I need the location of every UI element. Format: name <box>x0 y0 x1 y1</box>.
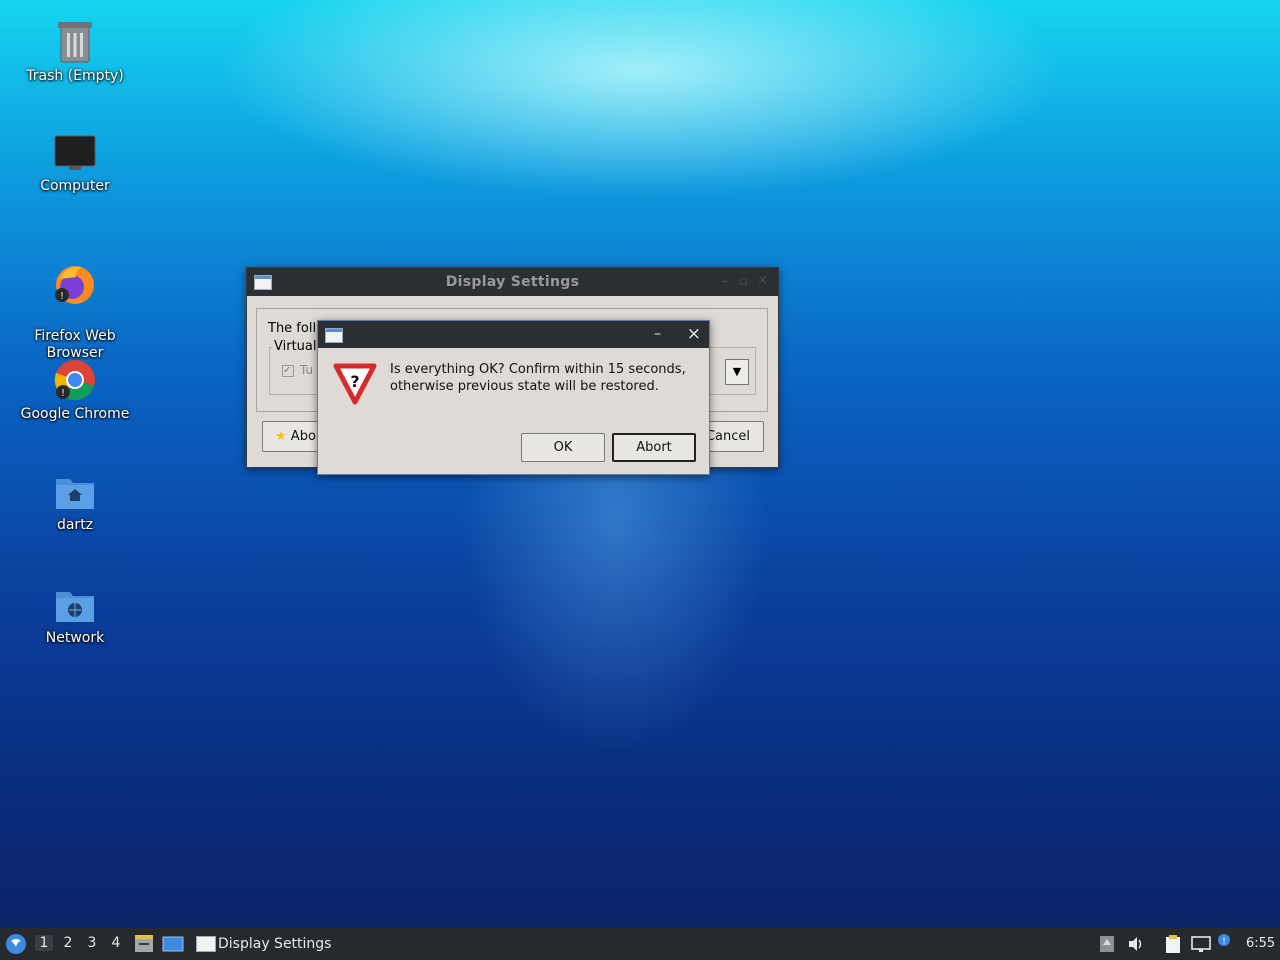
chrome-icon: ! <box>54 360 95 400</box>
workspace-4[interactable]: 4 <box>107 935 125 951</box>
notification-icon[interactable]: ! <box>1217 933 1231 949</box>
confirm-dialog: – × ? Is everything OK? Confirm within 1… <box>317 320 710 475</box>
volume-icon[interactable] <box>1127 935 1145 953</box>
desktop-icon-computer[interactable]: Computer <box>10 134 140 195</box>
svg-text:!: ! <box>60 291 64 302</box>
network-icon[interactable] <box>1191 935 1211 953</box>
desktop-icon-trash[interactable]: Trash (Empty) <box>10 20 140 85</box>
window-title: Display Settings <box>445 274 580 290</box>
firefox-icon: ! <box>55 266 94 304</box>
file-manager-icon[interactable] <box>134 935 154 953</box>
desktop-icon-home[interactable]: dartz <box>10 473 140 534</box>
network-folder-icon <box>56 592 94 622</box>
maximize-icon[interactable]: ▫ <box>739 274 748 289</box>
dropdown-button[interactable]: ▼ <box>725 359 749 385</box>
desktop-icon-firefox[interactable]: ! Firefox Web Browser <box>10 244 140 362</box>
close-button[interactable]: × <box>687 324 701 344</box>
desktop-icon-label: Trash (Empty) <box>26 68 124 84</box>
desktop-icon-label: Network <box>45 630 105 646</box>
desktop-icon-label: dartz <box>56 517 94 533</box>
trash-icon <box>58 22 92 63</box>
desktop-icon-label: Computer <box>40 178 110 194</box>
clipboard-icon[interactable] <box>1164 934 1182 954</box>
about-label: Abo <box>290 429 316 444</box>
svg-text:?: ? <box>350 372 359 391</box>
svg-text:!: ! <box>1222 937 1226 947</box>
warning-question-icon: ? <box>333 363 377 405</box>
workspace-1[interactable]: 1 <box>35 935 53 951</box>
taskbar-task-display-settings[interactable]: Display Settings <box>193 928 343 960</box>
computer-icon <box>54 135 96 170</box>
window-icon <box>325 328 343 343</box>
confirm-dialog-titlebar[interactable]: – × <box>318 321 709 348</box>
close-icon[interactable]: × <box>757 273 768 288</box>
desktop-icon-label: Google Chrome <box>20 406 130 422</box>
checkbox[interactable]: ✓ <box>282 365 294 377</box>
svg-text:!: ! <box>61 388 65 399</box>
intro-text: The foll <box>268 321 317 336</box>
abort-button[interactable]: Abort <box>612 433 696 462</box>
minimize-icon[interactable]: – <box>722 274 729 289</box>
desktop-icon-chrome[interactable]: ! Google Chrome <box>10 358 140 423</box>
app-menu-icon[interactable] <box>5 933 27 955</box>
abort-label: Abort <box>636 440 672 455</box>
cancel-label: Cancel <box>705 429 751 444</box>
checkbox-label: Tu <box>300 363 314 377</box>
updates-icon[interactable] <box>1099 935 1115 953</box>
task-label: Display Settings <box>218 936 332 952</box>
show-desktop-icon[interactable] <box>162 935 184 953</box>
workspace-3[interactable]: 3 <box>83 935 101 951</box>
ok-button[interactable]: OK <box>521 433 605 462</box>
workspace-2[interactable]: 2 <box>59 935 77 951</box>
desktop-icon-network[interactable]: Network <box>10 586 140 647</box>
desktop-icon-label: Firefox Web Browser <box>34 328 116 361</box>
taskbar: 1 2 3 4 Display Settings ! 6:55 <box>0 928 1280 960</box>
display-settings-titlebar[interactable]: Display Settings – ▫ × <box>247 268 778 296</box>
window-icon <box>196 936 216 952</box>
dialog-message: Is everything OK? Confirm within 15 seco… <box>390 361 686 395</box>
group-label: Virtual <box>272 339 319 354</box>
message-line-2: otherwise previous state will be restore… <box>390 379 659 394</box>
minimize-button[interactable]: – <box>654 326 661 342</box>
ok-label: OK <box>553 440 573 455</box>
star-icon: ★ <box>275 429 287 444</box>
clock[interactable]: 6:55 <box>1246 936 1275 951</box>
chevron-down-icon: ▼ <box>732 365 742 378</box>
message-line-1: Is everything OK? Confirm within 15 seco… <box>390 362 686 377</box>
home-folder-icon <box>56 479 94 509</box>
